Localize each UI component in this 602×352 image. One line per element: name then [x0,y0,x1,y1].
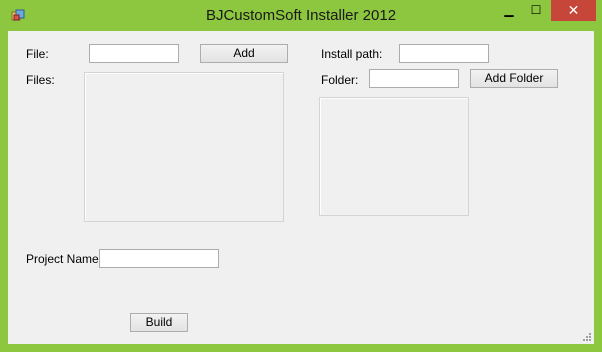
folder-input[interactable] [369,69,459,88]
title-bar[interactable]: BJCustomSoft Installer 2012 ▁ ☐ ✕ [0,0,602,32]
folders-list[interactable] [319,97,469,216]
installer-window: BJCustomSoft Installer 2012 ▁ ☐ ✕ File: … [0,0,602,352]
folder-label: Folder: [321,73,359,87]
file-label: File: [26,47,49,61]
project-name-label: Project Name: [26,252,103,266]
add-folder-button[interactable]: Add Folder [470,69,558,88]
files-label: Files: [26,73,55,87]
install-path-input[interactable] [399,44,489,63]
add-button[interactable]: Add [200,44,288,63]
minimize-icon[interactable]: ▁ [495,0,523,21]
install-path-label: Install path: [321,47,383,61]
file-input[interactable] [89,44,179,63]
project-name-input[interactable] [99,249,219,268]
resize-grip-icon[interactable] [582,332,592,342]
files-list[interactable] [84,72,284,222]
maximize-icon[interactable]: ☐ [523,0,549,21]
build-button[interactable]: Build [130,313,188,332]
close-icon[interactable]: ✕ [551,0,596,21]
form-client-area: File: Add Files: Project Name: Build Ins… [8,31,594,344]
